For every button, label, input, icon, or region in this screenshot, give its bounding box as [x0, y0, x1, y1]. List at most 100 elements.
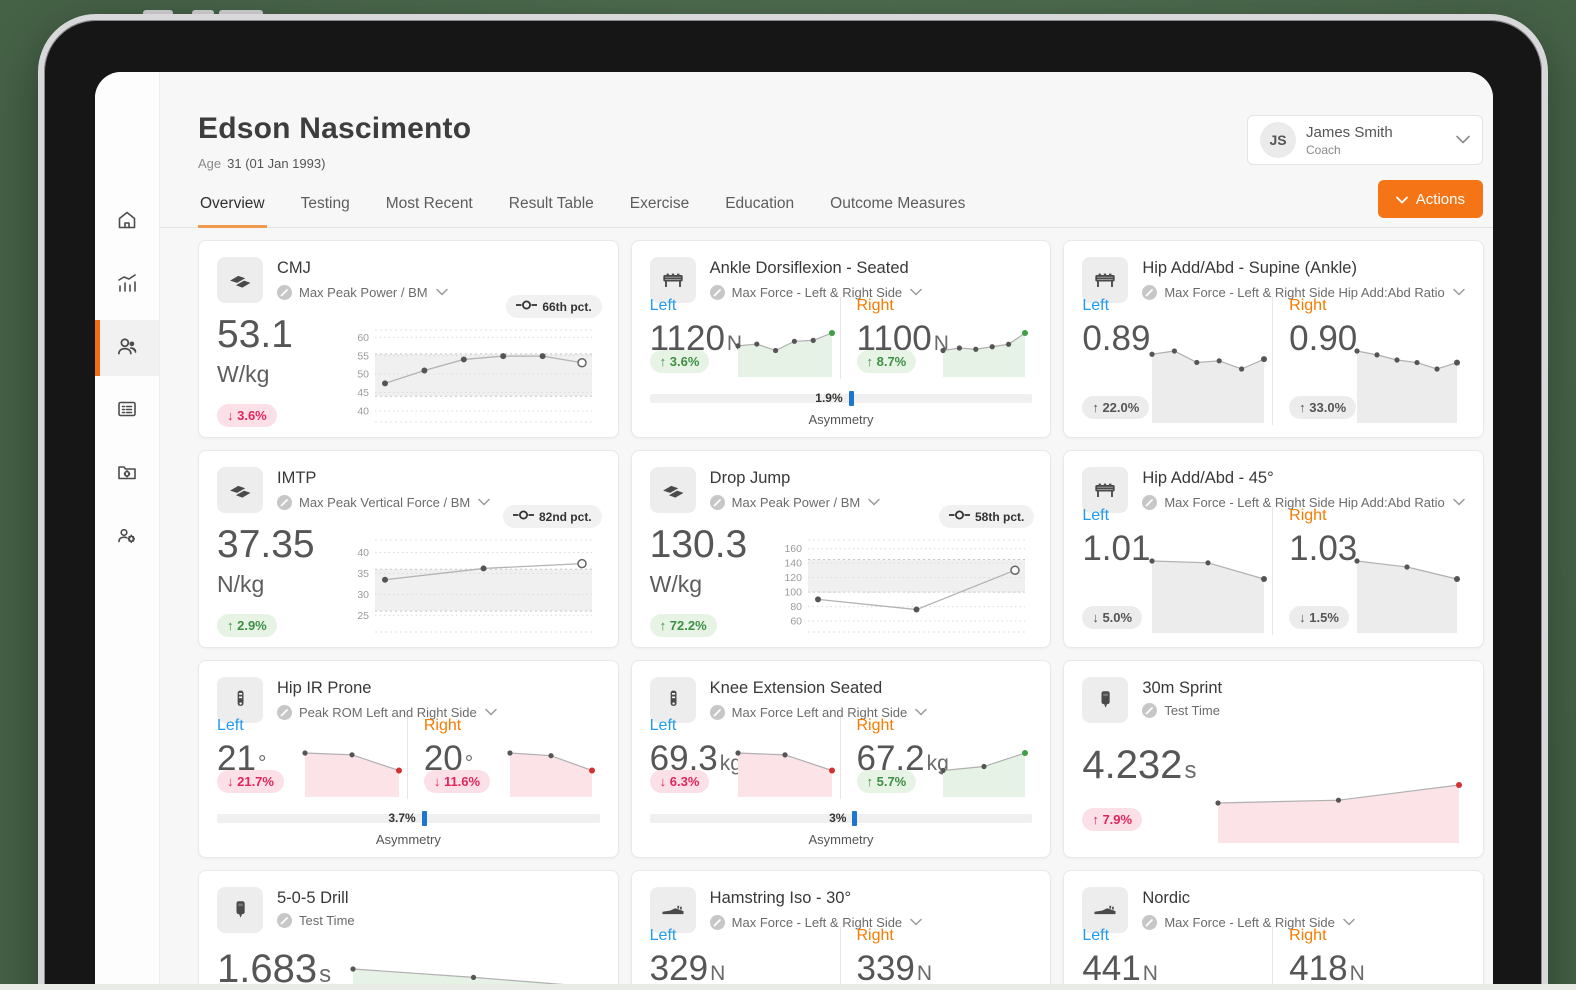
tab-bar: Overview Testing Most Recent Result Tabl…	[160, 195, 1493, 228]
age-value: 31 (01 Jan 1993)	[227, 156, 326, 171]
metric-row: Test Time	[277, 913, 355, 928]
trend-chart: 160 140 120 100 80 60	[778, 535, 1035, 641]
card-cmj: CMJ Max Peak Power / BM 66th pct. 53.1 W…	[198, 240, 619, 438]
svg-text:160: 160	[784, 543, 802, 555]
side-label-left: Left	[649, 717, 677, 734]
svg-text:55: 55	[357, 350, 369, 362]
card-hip-addabd-45: Hip Add/Abd - 45° Max Force - Left & Rig…	[1063, 450, 1484, 648]
forcedecks-icon	[217, 467, 263, 513]
metric-unit: W/kg	[649, 571, 703, 597]
card-imtp: IMTP Max Peak Vertical Force / BM 82nd p	[198, 450, 619, 648]
svg-text:60: 60	[357, 332, 369, 344]
metric-value: 130.3	[649, 523, 748, 566]
sidebar-item-home[interactable]	[95, 194, 159, 250]
metric-row: Test Time	[1142, 703, 1222, 718]
side-label-right: Right	[856, 927, 894, 944]
user-menu[interactable]: JS James Smith Coach	[1247, 115, 1483, 165]
primary-metric: 53.1 W/kg ↓ 3.6%	[217, 315, 293, 427]
side-label-right: Right	[423, 717, 462, 734]
asymmetry-value: 1.9%	[815, 391, 843, 405]
chevron-down-icon	[1456, 131, 1470, 149]
asymmetry-marker	[848, 391, 854, 406]
card-head-text: Nordic Max Force - Left & Right Side	[1142, 887, 1355, 931]
sparkline-chart	[506, 747, 598, 797]
card-head-text: 5-0-5 Drill Test Time	[277, 887, 355, 928]
card-head-text: Hip Add/Abd - 45° Max Force - Left & Rig…	[1142, 467, 1465, 511]
card-hip-ir-prone: Hip IR Prone Peak ROM Left and Right Sid…	[198, 660, 619, 858]
svg-text:50: 50	[357, 369, 369, 381]
tab-result-table[interactable]: Result Table	[507, 195, 596, 227]
main-content: Edson Nascimento Age 31 (01 Jan 1993) JS …	[160, 72, 1493, 990]
user-name: James Smith	[1306, 123, 1393, 141]
delta-pill: ↓ 5.0%	[1082, 606, 1143, 629]
card-505-drill: 5-0-5 Drill Test Time 1.683s	[198, 870, 619, 990]
delta-pill: ↑ 2.9%	[217, 614, 277, 637]
sparkline-chart	[1353, 555, 1463, 633]
side-label-left: Left	[1082, 297, 1110, 314]
card-head-text: 30m Sprint Test Time	[1142, 677, 1222, 718]
left-right-panel: Left 329N Right 339N	[650, 927, 1033, 990]
asymmetry-widget: 1.9% Asymmetry	[649, 391, 1033, 427]
asymmetry-marker	[852, 811, 858, 826]
actions-button[interactable]: Actions	[1377, 180, 1483, 218]
metric-info-icon	[709, 494, 725, 510]
delta-pill: ↑ 22.0%	[1082, 396, 1150, 419]
delta-pill: ↓ 1.5%	[1289, 606, 1349, 629]
sidebar	[95, 72, 160, 990]
tab-overview[interactable]: Overview	[198, 195, 267, 228]
card-title: Hamstring Iso - 30°	[709, 889, 852, 907]
sidebar-item-reports[interactable]	[95, 383, 159, 439]
list-icon	[115, 397, 139, 426]
tab-exercise[interactable]: Exercise	[628, 195, 691, 227]
sidebar-item-analytics[interactable]	[95, 257, 159, 313]
asymmetry-bar: 3%	[649, 811, 1033, 826]
card-title: 30m Sprint	[1142, 679, 1223, 697]
card-title: Knee Extension Seated	[709, 679, 883, 697]
percentile-icon	[516, 299, 538, 314]
tab-education[interactable]: Education	[723, 195, 796, 227]
right-side: Right 1.03 ↓ 1.5%	[1273, 507, 1465, 635]
user-role: Coach	[1306, 142, 1341, 157]
sidebar-item-media[interactable]	[95, 446, 159, 502]
primary-metric: 37.35 N/kg ↑ 2.9%	[217, 525, 315, 637]
metric-info-icon	[1142, 703, 1158, 718]
svg-text:25: 25	[357, 610, 369, 622]
tab-testing[interactable]: Testing	[299, 195, 352, 227]
card-title: Hip IR Prone	[277, 679, 372, 697]
left-side: Left 1120N ↑ 3.6%	[649, 297, 840, 379]
svg-text:120: 120	[784, 572, 802, 584]
chevron-down-icon	[1395, 191, 1408, 208]
trend-chart: 40 35 30 25	[345, 535, 602, 641]
chevron-down-icon[interactable]	[478, 493, 490, 511]
sidebar-item-athletes[interactable]	[95, 320, 159, 376]
chevron-down-icon[interactable]	[435, 283, 448, 301]
metric-label: Max Peak Power / BM	[299, 284, 428, 300]
left-side: Left 0.89 ↑ 22.0%	[1082, 297, 1272, 425]
right-side: Right 0.90 ↑ 33.0%	[1273, 297, 1465, 425]
left-side: Left 441N	[1082, 927, 1272, 990]
side-label-right: Right	[1289, 297, 1327, 314]
card-hamstring-iso: Hamstring Iso - 30° Max Force - Left & R…	[630, 870, 1052, 990]
metric-info-icon	[277, 284, 292, 300]
left-side: Left 69.3kg ↓ 6.3%	[649, 717, 840, 799]
delta-pill: ↓ 6.3%	[649, 770, 710, 793]
left-right-panel: Left 1.01 ↓ 5.0% Right 1.03 ↓ 1.5%	[1082, 507, 1465, 635]
percentile-icon	[512, 509, 534, 524]
analytics-icon	[115, 271, 139, 300]
side-label-right: Right	[1289, 507, 1327, 524]
left-side: Left 21° ↓ 21.7%	[217, 717, 407, 799]
card-title: 5-0-5 Drill	[277, 889, 349, 907]
left-right-panel: Left 441N Right 418N	[1082, 927, 1465, 990]
tab-most-recent[interactable]: Most Recent	[384, 195, 475, 227]
sidebar-item-teams[interactable]	[95, 509, 159, 565]
home-icon	[115, 208, 139, 237]
chevron-down-icon[interactable]	[868, 493, 881, 511]
metric-row: Max Peak Vertical Force / BM	[277, 493, 490, 511]
card-ankle-dorsiflexion: Ankle Dorsiflexion - Seated Max Force - …	[630, 240, 1052, 438]
asymmetry-label: Asymmetry	[808, 412, 874, 427]
card-title: Hip Add/Abd - Supine (Ankle)	[1142, 259, 1357, 277]
right-side: Right 418N	[1273, 927, 1465, 990]
tab-outcome-measures[interactable]: Outcome Measures	[828, 195, 967, 227]
folder-gear-icon	[115, 460, 139, 489]
left-right-panel: Left 0.89 ↑ 22.0% Right 0.90 ↑ 33.0%	[1082, 297, 1465, 425]
